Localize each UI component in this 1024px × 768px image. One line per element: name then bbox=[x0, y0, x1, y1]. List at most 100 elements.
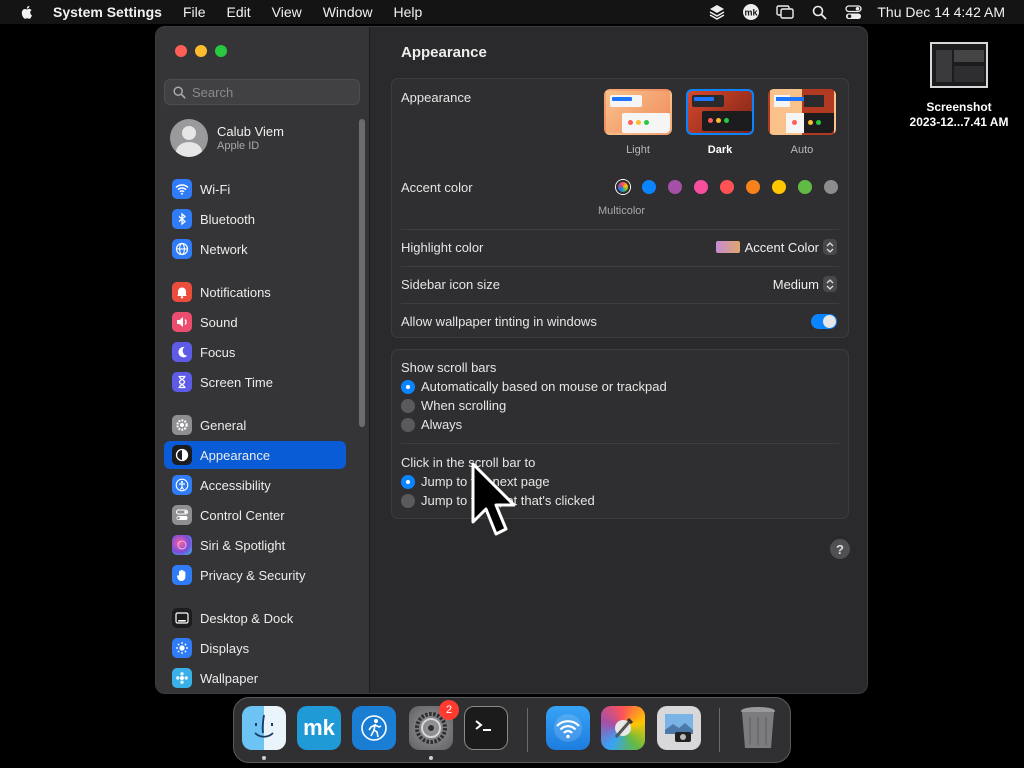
divider bbox=[401, 266, 839, 267]
wallpaper-icon bbox=[172, 668, 192, 688]
multicolor-label: Multicolor bbox=[598, 205, 646, 217]
sidebar: Calub Viem Apple ID Wi-Fi Bluetooth Netw… bbox=[156, 27, 370, 693]
wallpaper-tinting-toggle[interactable] bbox=[811, 314, 837, 329]
apple-logo-icon[interactable] bbox=[19, 4, 35, 20]
sidebar-item-focus[interactable]: Focus bbox=[164, 338, 346, 366]
appearance-group: Appearance Light Dark Auto Accent color … bbox=[391, 78, 849, 338]
search-field[interactable] bbox=[164, 79, 360, 105]
svg-text:mk: mk bbox=[303, 715, 336, 740]
sidebar-item-wifi[interactable]: Wi-Fi bbox=[164, 175, 346, 203]
accent-purple-swatch[interactable] bbox=[668, 180, 682, 194]
highlight-color-popup[interactable]: Accent Color bbox=[715, 239, 837, 255]
radio-button[interactable] bbox=[401, 379, 415, 394]
gear-icon bbox=[172, 415, 192, 435]
sidebar-item-siri-spotlight[interactable]: Siri & Spotlight bbox=[164, 531, 346, 559]
menu-view[interactable]: View bbox=[272, 4, 302, 20]
menu-bar: System Settings File Edit View Window He… bbox=[0, 0, 1024, 24]
menu-clock[interactable]: Thu Dec 14 4:42 AM bbox=[877, 4, 1005, 20]
desktop-screenshot-file[interactable]: Screenshot 2023-12...7.41 AM bbox=[902, 42, 1016, 130]
apple-id-account[interactable]: Calub Viem Apple ID bbox=[170, 119, 284, 157]
settings-gear-icon[interactable]: 2 bbox=[409, 700, 459, 750]
preview-icon[interactable] bbox=[657, 706, 701, 750]
sidebar-item-desktop-dock[interactable]: Desktop & Dock bbox=[164, 604, 346, 632]
finder-icon[interactable] bbox=[242, 706, 286, 750]
sidebar-item-privacy-security[interactable]: Privacy & Security bbox=[164, 561, 346, 589]
speaker-icon bbox=[172, 312, 192, 332]
sidebar-item-wallpaper[interactable]: Wallpaper bbox=[164, 664, 346, 692]
chevron-updown-icon bbox=[823, 239, 837, 255]
trash-icon[interactable] bbox=[736, 706, 780, 750]
sidebar-item-label: Sound bbox=[200, 314, 238, 330]
page-title: Appearance bbox=[401, 44, 487, 61]
colorsync-icon[interactable] bbox=[601, 706, 645, 750]
wifi-app-icon[interactable] bbox=[546, 706, 590, 750]
option-label: When scrolling bbox=[421, 398, 507, 413]
sidebar-item-label: Wallpaper bbox=[200, 670, 259, 686]
sidebar-item-displays[interactable]: Displays bbox=[164, 634, 346, 662]
radio-button[interactable] bbox=[401, 398, 415, 413]
mk-app-icon[interactable]: mk bbox=[297, 706, 341, 750]
chevron-updown-icon bbox=[823, 276, 837, 292]
runner-icon[interactable] bbox=[352, 706, 396, 750]
zoom-button[interactable] bbox=[215, 45, 227, 57]
hourglass-icon bbox=[172, 372, 192, 392]
help-button[interactable]: ? bbox=[830, 539, 850, 559]
theme-light[interactable]: Light bbox=[602, 89, 674, 156]
sidebar-item-label: General bbox=[200, 417, 247, 433]
sidebar-icon-size-popup[interactable]: Medium bbox=[773, 276, 837, 292]
radio-button[interactable] bbox=[401, 474, 415, 489]
sidebar-item-label: Network bbox=[200, 241, 248, 257]
sidebar-item-screen-time[interactable]: Screen Time bbox=[164, 368, 346, 396]
scroll-bars-option-auto[interactable]: Automatically based on mouse or trackpad bbox=[401, 379, 667, 394]
search-icon[interactable] bbox=[809, 2, 829, 22]
accent-graphite-swatch[interactable] bbox=[824, 180, 838, 194]
sidebar-item-bluetooth[interactable]: Bluetooth bbox=[164, 205, 346, 233]
minimize-button[interactable] bbox=[195, 45, 207, 57]
sidebar-scrollbar[interactable] bbox=[359, 119, 365, 427]
theme-auto[interactable]: Auto bbox=[766, 89, 838, 156]
sidebar-item-general[interactable]: General bbox=[164, 411, 346, 439]
scroll-bars-option-always[interactable]: Always bbox=[401, 417, 462, 432]
layers-icon[interactable] bbox=[707, 2, 727, 22]
radio-button[interactable] bbox=[401, 417, 415, 432]
menu-edit[interactable]: Edit bbox=[227, 4, 251, 20]
highlight-color-value: Accent Color bbox=[744, 239, 819, 255]
menu-help[interactable]: Help bbox=[394, 4, 423, 20]
scroll-bars-option-scrolling[interactable]: When scrolling bbox=[401, 398, 506, 413]
close-button[interactable] bbox=[175, 45, 187, 57]
sun-icon bbox=[172, 638, 192, 658]
radio-button[interactable] bbox=[401, 493, 415, 508]
accent-green-swatch[interactable] bbox=[798, 180, 812, 194]
wifi-icon bbox=[172, 179, 192, 199]
screen-mirroring-icon[interactable] bbox=[775, 2, 795, 22]
sidebar-item-notifications[interactable]: Notifications bbox=[164, 278, 346, 306]
accent-red-swatch[interactable] bbox=[720, 180, 734, 194]
sidebar-item-accessibility[interactable]: Accessibility bbox=[164, 471, 346, 499]
accent-yellow-swatch[interactable] bbox=[772, 180, 786, 194]
menu-window[interactable]: Window bbox=[323, 4, 373, 20]
sidebar-item-network[interactable]: Network bbox=[164, 235, 346, 263]
option-label: Always bbox=[421, 417, 463, 432]
terminal-icon[interactable] bbox=[464, 706, 508, 750]
search-icon bbox=[173, 85, 186, 99]
search-input[interactable] bbox=[192, 84, 352, 100]
desktop-file-label: Screenshot 2023-12...7.41 AM bbox=[909, 100, 1009, 129]
accent-multicolor-swatch[interactable] bbox=[616, 180, 630, 194]
menu-app-name[interactable]: System Settings bbox=[53, 4, 162, 20]
theme-dark-label: Dark bbox=[707, 144, 733, 156]
menu-file[interactable]: File bbox=[183, 4, 206, 20]
sidebar-item-sound[interactable]: Sound bbox=[164, 308, 346, 336]
divider bbox=[401, 229, 839, 230]
theme-dark[interactable]: Dark bbox=[684, 89, 756, 156]
divider bbox=[401, 303, 839, 304]
appearance-icon bbox=[172, 445, 192, 465]
sidebar-item-appearance[interactable]: Appearance bbox=[164, 441, 346, 469]
accent-orange-swatch[interactable] bbox=[746, 180, 760, 194]
sidebar-item-control-center[interactable]: Control Center bbox=[164, 501, 346, 529]
theme-light-label: Light bbox=[626, 144, 650, 156]
accent-blue-swatch[interactable] bbox=[642, 180, 656, 194]
mk-icon[interactable]: mk bbox=[741, 2, 761, 22]
control-center-icon[interactable] bbox=[843, 2, 863, 22]
accent-pink-swatch[interactable] bbox=[694, 180, 708, 194]
highlight-swatch bbox=[715, 241, 740, 253]
